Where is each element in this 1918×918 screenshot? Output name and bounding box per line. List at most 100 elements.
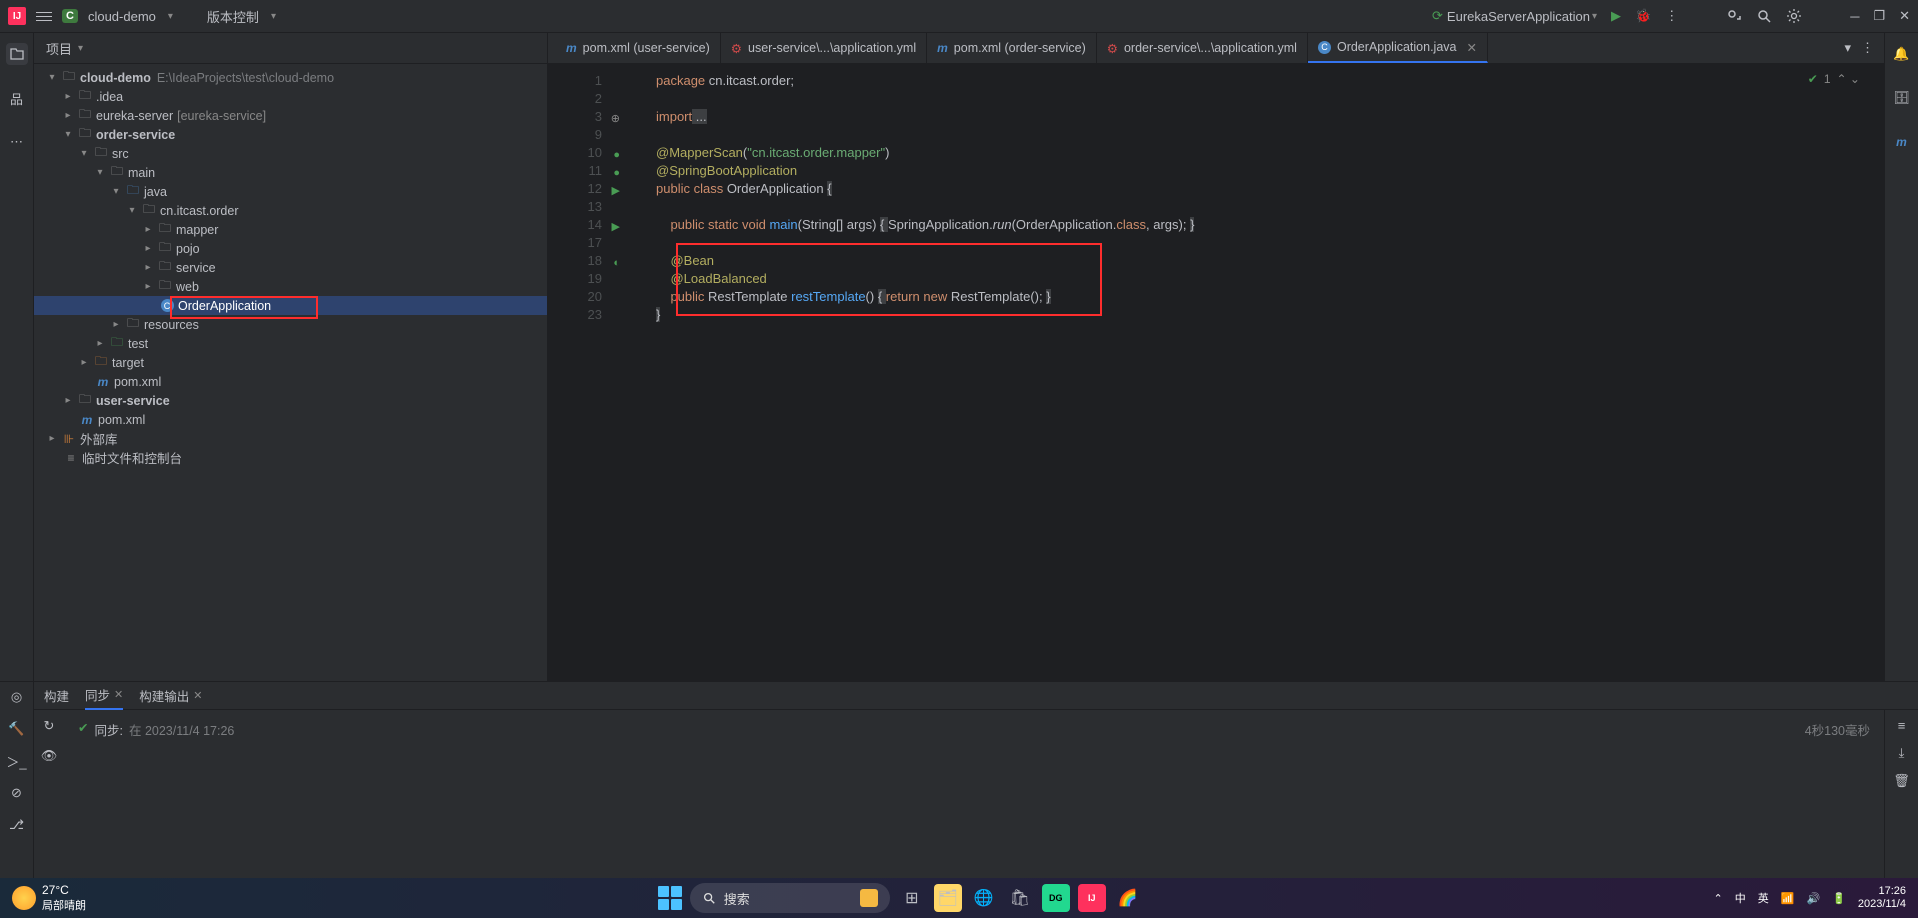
tree-row-ext-libs[interactable]: ▸⊪外部库 (34, 429, 547, 448)
terminal-tool-icon[interactable]: ＞_ (6, 750, 28, 772)
editor-tab-active[interactable]: COrderApplication.java✕ (1308, 33, 1488, 63)
editor-tabs: mpom.xml (user-service) ⚙user-service\..… (548, 33, 1884, 64)
close-tab-icon[interactable]: ✕ (1466, 40, 1476, 55)
tree-row-resources[interactable]: ▸🗀resources (34, 315, 547, 334)
view-icon[interactable]: 👁 (41, 748, 58, 764)
tree-row-order-service[interactable]: ▾🗀order-service (34, 125, 547, 144)
run-button[interactable]: ▶ (1611, 8, 1621, 24)
tab-list-icon[interactable]: ▾ (1844, 40, 1851, 56)
clear-icon[interactable]: 🗑 (1893, 773, 1910, 789)
taskbar-app-datagrip[interactable]: DG (1042, 884, 1070, 912)
run-config-selector[interactable]: ⟳EurekaServerApplication▾ (1432, 8, 1597, 24)
tab-more-icon[interactable]: ⋮ (1861, 40, 1874, 56)
taskbar-app-intellij[interactable]: IJ (1078, 884, 1106, 912)
tray-volume-icon[interactable]: 🔊 (1806, 892, 1820, 905)
project-panel: 项目 ▾ ▾🗀cloud-demoE:\IdeaProjects\test\cl… (34, 33, 548, 681)
taskbar-app-explorer[interactable]: 🗂 (934, 884, 962, 912)
more-tool-button[interactable]: ⋯ (6, 131, 28, 153)
tree-row-test[interactable]: ▸🗀test (34, 334, 547, 353)
project-tool-button[interactable] (6, 43, 28, 65)
tree-row-web[interactable]: ▸🗀web (34, 277, 547, 296)
debug-button[interactable]: 🐞 (1635, 8, 1651, 24)
scroll-end-icon[interactable]: ⤓ (1899, 745, 1905, 761)
tree-row-src[interactable]: ▾🗀src (34, 144, 547, 163)
line-num: 18 (588, 253, 602, 268)
tree-row-pojo[interactable]: ▸🗀pojo (34, 239, 547, 258)
build-tool-icon[interactable]: 🔨 (6, 718, 28, 740)
taskbar-app-chrome[interactable]: 🌈 (1114, 884, 1142, 912)
main-menu-button[interactable] (36, 12, 52, 21)
code-with-me-icon[interactable] (1726, 8, 1742, 24)
tree-label: cn.itcast.order (160, 204, 239, 218)
tray-lang1[interactable]: 中 (1735, 890, 1746, 906)
start-button[interactable] (658, 886, 682, 910)
project-name[interactable]: cloud-demo (88, 9, 156, 24)
tree-row-scratches[interactable]: ≡临时文件和控制台 (34, 448, 547, 467)
close-icon[interactable]: ✕ (114, 688, 123, 701)
tree-row-eureka[interactable]: ▸🗀eureka-server[eureka-service] (34, 106, 547, 125)
tree-label: main (128, 166, 155, 180)
tray-battery-icon[interactable]: 🔋 (1832, 892, 1846, 905)
tree-row-package[interactable]: ▾🗀cn.itcast.order (34, 201, 547, 220)
tree-row-user-service[interactable]: ▸🗀user-service (34, 391, 547, 410)
bottom-tab-buildoutput[interactable]: 构建输出✕ (139, 682, 202, 709)
taskbar-app-taskview[interactable]: ⊞ (898, 884, 926, 912)
soft-wrap-icon[interactable]: ≡ (1898, 718, 1906, 733)
tab-label: order-service\...\application.yml (1124, 41, 1297, 55)
tree-row-idea[interactable]: ▸🗀.idea (34, 87, 547, 106)
tree-label: web (176, 280, 199, 294)
editor-tab[interactable]: mpom.xml (user-service) (556, 33, 721, 63)
taskbar-app-edge[interactable]: 🌐 (970, 884, 998, 912)
tray-wifi-icon[interactable]: 📶 (1781, 892, 1795, 905)
tree-row-service[interactable]: ▸🗀service (34, 258, 547, 277)
tree-row-orderapplication[interactable]: COrderApplication (34, 296, 547, 315)
services-tool-icon[interactable]: ◎ (6, 686, 28, 708)
left-tool-rail: 品 ⋯ (0, 33, 34, 681)
settings-icon[interactable] (1786, 8, 1802, 24)
more-actions-button[interactable]: ⋮ (1665, 8, 1678, 24)
maximize-button[interactable]: ❐ (1873, 8, 1885, 24)
search-placeholder: 搜索 (724, 889, 750, 908)
tree-path: E:\IdeaProjects\test\cloud-demo (157, 71, 334, 85)
weather-widget[interactable]: 27°C 局部晴朗 (12, 883, 86, 913)
editor-tab[interactable]: ⚙user-service\...\application.yml (721, 33, 927, 63)
structure-tool-button[interactable]: 品 (6, 87, 28, 109)
inspection-indicator[interactable]: ✔1⌃ ⌄ (1808, 72, 1860, 86)
line-num: 14 (588, 217, 602, 232)
maven-tool-icon[interactable]: m (1891, 131, 1913, 153)
tree-label: 外部库 (80, 429, 118, 448)
tree-row-pom2[interactable]: mpom.xml (34, 410, 547, 429)
tree-row-root[interactable]: ▾🗀cloud-demoE:\IdeaProjects\test\cloud-d… (34, 68, 547, 87)
tree-row-mapper[interactable]: ▸🗀mapper (34, 220, 547, 239)
vcs-menu[interactable]: 版本控制 (207, 7, 259, 26)
weather-temp: 27°C (42, 883, 86, 897)
vcs-tool-icon[interactable]: ⎇ (6, 814, 28, 836)
tray-clock[interactable]: 17:26 2023/11/4 (1858, 885, 1906, 911)
tree-row-pom[interactable]: mpom.xml (34, 372, 547, 391)
rerun-icon[interactable]: ↻ (44, 718, 55, 734)
editor-tab[interactable]: ⚙order-service\...\application.yml (1097, 33, 1308, 63)
minimize-button[interactable]: ─ (1850, 9, 1859, 24)
close-button[interactable]: ✕ (1899, 8, 1910, 24)
notifications-icon[interactable]: 🔔 (1891, 43, 1913, 65)
editor-tab[interactable]: mpom.xml (order-service) (927, 33, 1097, 63)
bottom-tab-build[interactable]: 构建 (44, 682, 69, 709)
search-everywhere-icon[interactable] (1756, 8, 1772, 24)
editor-body[interactable]: ✔1⌃ ⌄ 1 2 3⊕ 9 10● 11● 12▶ 13 14▶ 17 18◐… (548, 64, 1884, 681)
tree-row-java[interactable]: ▾🗀java (34, 182, 547, 201)
tree-row-main[interactable]: ▾🗀main (34, 163, 547, 182)
project-panel-header[interactable]: 项目 ▾ (34, 33, 547, 64)
database-tool-icon[interactable]: 🗄 (1891, 87, 1913, 109)
tray-lang2[interactable]: 英 (1758, 890, 1769, 906)
taskbar-app-store[interactable]: 🛍 (1006, 884, 1034, 912)
code-content[interactable]: package cn.itcast.order; import ... @Map… (608, 64, 1194, 681)
close-icon[interactable]: ✕ (193, 689, 202, 702)
tray-chevron-icon[interactable]: ⌃ (1714, 892, 1723, 905)
taskbar-search[interactable]: 搜索 (690, 883, 890, 913)
tree-label: resources (144, 318, 199, 332)
tree-row-target[interactable]: ▸🗀target (34, 353, 547, 372)
bottom-tab-sync[interactable]: 同步✕ (85, 681, 123, 710)
tree-label: order-service (96, 128, 175, 142)
problems-tool-icon[interactable]: ⊘ (6, 782, 28, 804)
bottom-panel: ◎ 🔨 ＞_ ⊘ ⎇ 构建 同步✕ 构建输出✕ ↻ 👁 ✔同步: 在 2023/… (0, 681, 1918, 879)
